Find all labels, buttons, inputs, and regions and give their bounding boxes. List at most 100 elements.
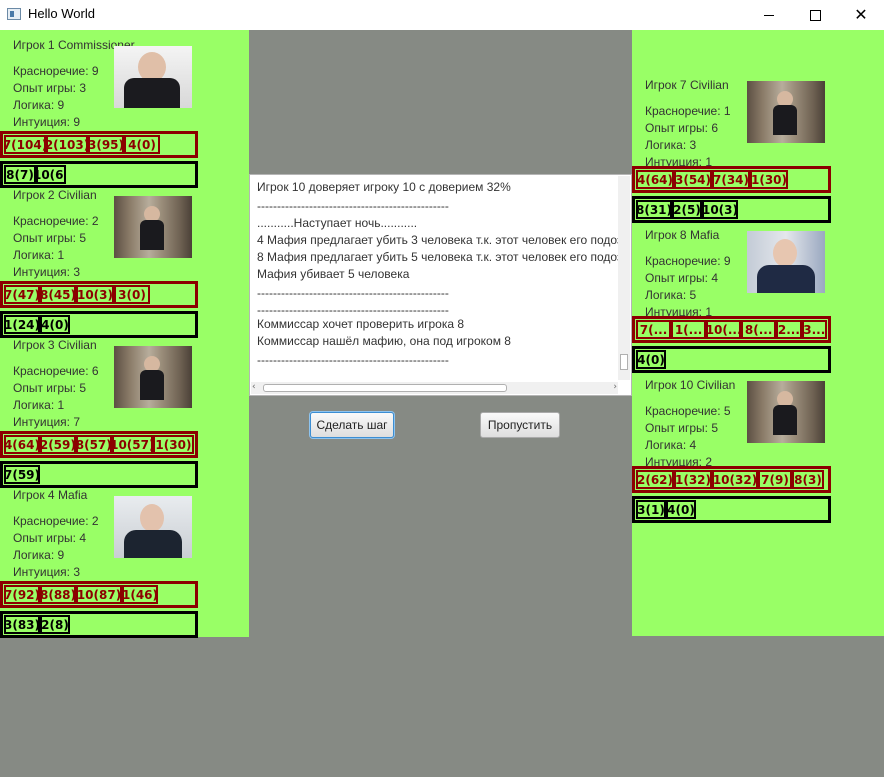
suspicion-cell: 4(64): [4, 435, 40, 454]
suspicion-cell: 10(57): [111, 435, 153, 454]
trust-cell: 2(8): [40, 615, 70, 634]
player-stat: Красноречие: 5: [645, 404, 731, 418]
make-step-button[interactable]: Сделать шаг: [310, 412, 394, 438]
player-stat: Опыт игры: 6: [645, 121, 719, 135]
game-log[interactable]: Игрок 10 доверяет игроку 10 с доверием 3…: [249, 174, 632, 396]
civilian-photo: [114, 196, 192, 258]
suspicion-cell: 8(...: [741, 320, 777, 339]
player-name: Игрок 10 Civilian: [645, 378, 736, 392]
maximize-icon: [809, 9, 821, 21]
trust-cell: 2(5): [672, 200, 702, 219]
player-stat: Красноречие: 6: [13, 364, 99, 378]
suspicion-row: 4(64) 3(54) 7(34) 1(30): [632, 166, 831, 193]
player-stat: Логика: 9: [13, 98, 65, 112]
trust-cell: 4(0): [40, 315, 70, 334]
suspicion-cell: 1(46): [122, 585, 158, 604]
suspicion-cell: 3(95): [88, 135, 124, 154]
suspicion-cell: 4(64): [636, 170, 674, 189]
log-line: ----------------------------------------…: [257, 199, 449, 213]
player-name: Игрок 2 Civilian: [13, 188, 97, 202]
trust-row: 4(0): [632, 346, 831, 373]
suspicion-cell: 8(3): [792, 470, 824, 489]
player-stat: Опыт игры: 5: [645, 421, 719, 435]
suspicion-row: 7(92) 8(88) 10(87) 1(46): [0, 581, 198, 608]
suspicion-cell: 10(...: [706, 320, 742, 339]
trust-row: 3(1) 4(0): [632, 496, 831, 523]
suspicion-cell: 3...: [801, 320, 827, 339]
player-name: Игрок 4 Mafia: [13, 488, 88, 502]
left-players-panel: Игрок 1 Commissioner Красноречие: 9 Опыт и…: [0, 30, 249, 638]
log-line: ----------------------------------------…: [257, 286, 449, 300]
scroll-right-icon[interactable]: ›: [613, 382, 617, 392]
log-line: ...........Наступает ночь...........: [257, 216, 418, 230]
player-stat: Опыт игры: 4: [13, 531, 87, 545]
player-stat: Опыт игры: 5: [13, 231, 87, 245]
trust-cell: 1(24): [4, 315, 40, 334]
suspicion-cell: 2(59): [39, 435, 76, 454]
commissioner-photo: [114, 46, 192, 108]
player-name: Игрок 7 Civilian: [645, 78, 729, 92]
vertical-scrollbar[interactable]: [618, 176, 630, 380]
player-stat: Логика: 9: [13, 548, 65, 562]
window-title: Hello World: [28, 6, 95, 21]
minimize-button[interactable]: [746, 0, 792, 30]
scroll-left-icon[interactable]: ‹: [252, 382, 256, 392]
vertical-scroll-thumb[interactable]: [620, 354, 628, 370]
suspicion-cell: 3(0): [114, 285, 150, 304]
player-stat: Интуиция: 3: [13, 265, 81, 279]
player-stat: Опыт игры: 5: [13, 381, 87, 395]
suspicion-cell: 2(62): [636, 470, 674, 489]
app-icon: [7, 8, 21, 20]
player-stat: Логика: 1: [13, 248, 65, 262]
suspicion-cell: 8(57): [75, 435, 112, 454]
suspicion-row: 7(104) 2(103) 3(95) 4(0): [0, 131, 198, 158]
civilian-photo: [747, 81, 825, 143]
right-players-panel: Игрок 7 Civilian Красноречие: 1 Опыт игры:…: [632, 30, 884, 636]
player-stat: Опыт игры: 4: [645, 271, 719, 285]
suspicion-cell: 1(32): [674, 470, 712, 489]
player-stat: Логика: 1: [13, 398, 65, 412]
horizontal-scroll-thumb[interactable]: [263, 384, 507, 392]
mafia-photo: [114, 496, 192, 558]
trust-cell: 10(3): [702, 200, 738, 219]
suspicion-cell: 7(...: [636, 320, 672, 339]
player-stat: Опыт игры: 3: [13, 81, 87, 95]
player-stat: Красноречие: 9: [645, 254, 731, 268]
horizontal-scrollbar[interactable]: ‹ ›: [251, 382, 618, 394]
suspicion-cell: 7(47): [4, 285, 40, 304]
suspicion-cell: 7(104): [4, 135, 46, 154]
close-button[interactable]: ✕: [838, 0, 884, 30]
suspicion-row: 7(... 1(... 10(... 8(... 2... 3...: [632, 316, 831, 343]
player-stat: Красноречие: 2: [13, 514, 99, 528]
trust-cell: 4(0): [636, 350, 666, 369]
suspicion-cell: 7(9): [758, 470, 792, 489]
trust-row: 8(31) 2(5) 10(3): [632, 196, 831, 223]
trust-cell: 10(6): [36, 165, 66, 184]
suspicion-cell: 1(...: [671, 320, 707, 339]
player-stat: Интуиция: 9: [13, 115, 81, 129]
trust-cell: 4(0): [666, 500, 696, 519]
log-line: Коммиссар хочет проверить игрока 8: [257, 317, 465, 331]
suspicion-row: 4(64) 2(59) 8(57) 10(57) 1(30): [0, 431, 198, 458]
log-line: ----------------------------------------…: [257, 353, 449, 367]
suspicion-row: 7(47) 8(45) 10(3) 3(0): [0, 281, 198, 308]
skip-button[interactable]: Пропустить: [480, 412, 560, 438]
trust-cell: 7(59): [4, 465, 40, 484]
suspicion-cell: 7(92): [4, 585, 40, 604]
suspicion-cell: 8(88): [40, 585, 76, 604]
player-name: Игрок 8 Mafia: [645, 228, 720, 242]
minimize-icon: [764, 14, 774, 16]
suspicion-cell: 2...: [776, 320, 802, 339]
log-line: Игрок 10 доверяет игроку 10 с доверием 3…: [257, 180, 511, 194]
suspicion-row: 2(62) 1(32) 10(32) 7(9) 8(3): [632, 466, 831, 493]
trust-cell: 8(7): [4, 165, 36, 184]
suspicion-cell: 10(32): [712, 470, 758, 489]
maximize-button[interactable]: [792, 0, 838, 30]
title-bar: Hello World ✕: [0, 0, 884, 30]
trust-cell: 8(31): [636, 200, 672, 219]
trust-row: 1(24) 4(0): [0, 311, 198, 338]
trust-row: 3(83) 2(8): [0, 611, 198, 638]
log-line: 8 Мафия предлагает убить 5 человека т.к.…: [257, 250, 623, 264]
suspicion-cell: 1(30): [750, 170, 788, 189]
trust-cell: 3(83): [4, 615, 40, 634]
